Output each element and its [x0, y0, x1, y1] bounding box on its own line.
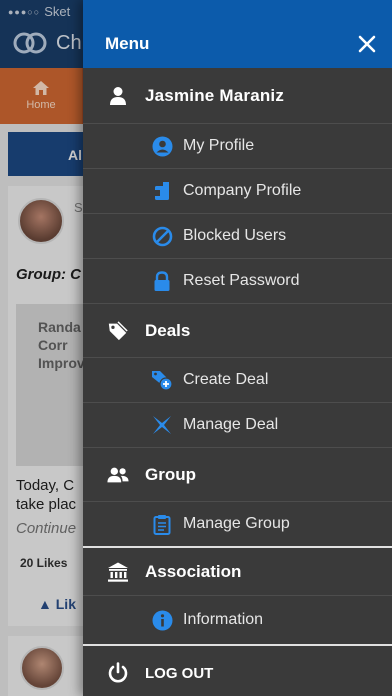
menu-item-label: Information	[183, 611, 264, 628]
menu-item-label: Manage Group	[183, 515, 290, 532]
menu-item-reset-password[interactable]: Reset Password	[83, 259, 392, 304]
tag-icon	[107, 320, 129, 342]
logout-button[interactable]: LOG OUT	[83, 646, 392, 696]
user-name: Jasmine Maraniz	[145, 85, 285, 105]
bank-icon	[107, 561, 129, 583]
menu-section-label: Group	[145, 464, 196, 484]
menu-item-my-profile[interactable]: My Profile	[83, 124, 392, 169]
menu-item-blocked-users[interactable]: Blocked Users	[83, 214, 392, 259]
group-icon	[107, 464, 129, 486]
menu-section-label: Association	[145, 561, 242, 581]
menu-item-manage-group[interactable]: Manage Group	[83, 502, 392, 548]
menu-section-deals[interactable]: Deals	[83, 304, 392, 358]
menu-item-company-profile[interactable]: Company Profile	[83, 169, 392, 214]
menu-section-label: Deals	[145, 320, 191, 340]
account-circle-icon	[151, 135, 173, 157]
menu-item-label: Reset Password	[183, 272, 300, 289]
side-menu: Menu Jasmine Maraniz My Profile Company …	[83, 0, 392, 696]
block-icon	[151, 225, 173, 247]
menu-item-label: Blocked Users	[183, 227, 287, 244]
menu-item-information[interactable]: Information	[83, 596, 392, 646]
menu-header: Menu	[83, 0, 392, 68]
close-icon[interactable]	[356, 33, 378, 55]
clipboard-icon	[151, 513, 173, 535]
user-row[interactable]: Jasmine Maraniz	[83, 68, 392, 124]
menu-item-label: Manage Deal	[183, 416, 279, 433]
menu-item-manage-deal[interactable]: Manage Deal	[83, 403, 392, 448]
company-icon	[151, 180, 173, 202]
menu-item-label: My Profile	[183, 137, 255, 154]
menu-section-group[interactable]: Group	[83, 448, 392, 502]
menu-item-label: Create Deal	[183, 371, 269, 388]
menu-item-label: Company Profile	[183, 182, 302, 199]
info-icon	[151, 609, 173, 631]
create-deal-icon	[151, 369, 173, 391]
menu-section-association[interactable]: Association	[83, 548, 392, 596]
user-icon	[107, 85, 129, 107]
logout-label: LOG OUT	[145, 664, 214, 682]
menu-title: Menu	[105, 34, 150, 53]
manage-deal-icon	[151, 414, 173, 436]
menu-item-create-deal[interactable]: Create Deal	[83, 358, 392, 403]
power-icon	[107, 662, 129, 684]
lock-icon	[151, 270, 173, 292]
